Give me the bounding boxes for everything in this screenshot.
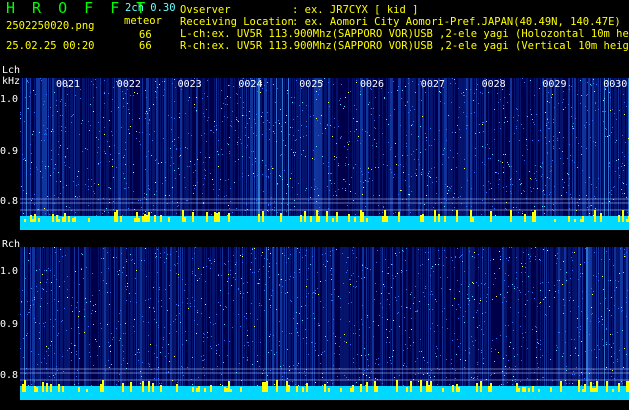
lch-tick-0-9: 0.9	[0, 146, 19, 157]
lch-spectrogram-canvas	[20, 78, 629, 230]
minute-label: 0029	[542, 79, 567, 90]
rch-tick-0-8: 0.8	[0, 370, 19, 381]
location-label: Receiving Location	[180, 16, 294, 28]
mode-label: 2ch 0.30	[125, 2, 176, 14]
observer-value: : ex. JR7CYX [ kid ]	[292, 4, 419, 16]
count-lch: 66	[139, 29, 152, 41]
minute-label: 0027	[420, 79, 445, 90]
minute-label: 0030	[603, 79, 628, 90]
lch-channel-label: Lch	[2, 65, 21, 76]
minute-label: 0021	[56, 79, 81, 90]
rch-channel-label: Rch	[2, 239, 21, 250]
minute-label: 0026	[360, 79, 385, 90]
lch-unit-label: kHz	[2, 76, 21, 87]
filename-label: 2502250020.png	[6, 20, 95, 32]
lch-tick-0-8: 0.8	[0, 196, 19, 207]
rch-spectrogram	[20, 247, 629, 400]
rch-tick-1-0: 1.0	[0, 266, 19, 277]
location-value: : ex. Aomori City Aomori-Pref.JAPAN(40.4…	[292, 16, 621, 28]
datetime-label: 25.02.25 00:20	[6, 40, 95, 52]
lch-spectrogram	[20, 78, 629, 230]
rch-tick-0-9: 0.9	[0, 319, 19, 330]
category-label: meteor	[124, 15, 162, 27]
observer-label: Ovserver	[180, 4, 231, 16]
rch-info: R-ch:ex. UV5R 113.900Mhz(SAPPORO VOR)USB…	[180, 40, 629, 52]
lch-tick-1-0: 1.0	[0, 94, 19, 105]
count-rch: 66	[139, 40, 152, 52]
minute-label: 0022	[116, 79, 141, 90]
minute-label: 0025	[299, 79, 324, 90]
minute-label: 0023	[177, 79, 202, 90]
lch-info: L-ch:ex. UV5R 113.900Mhz(SAPPORO VOR)USB…	[180, 28, 629, 40]
rch-spectrogram-canvas	[20, 247, 629, 400]
minute-label: 0028	[481, 79, 506, 90]
minute-label: 0024	[238, 79, 263, 90]
